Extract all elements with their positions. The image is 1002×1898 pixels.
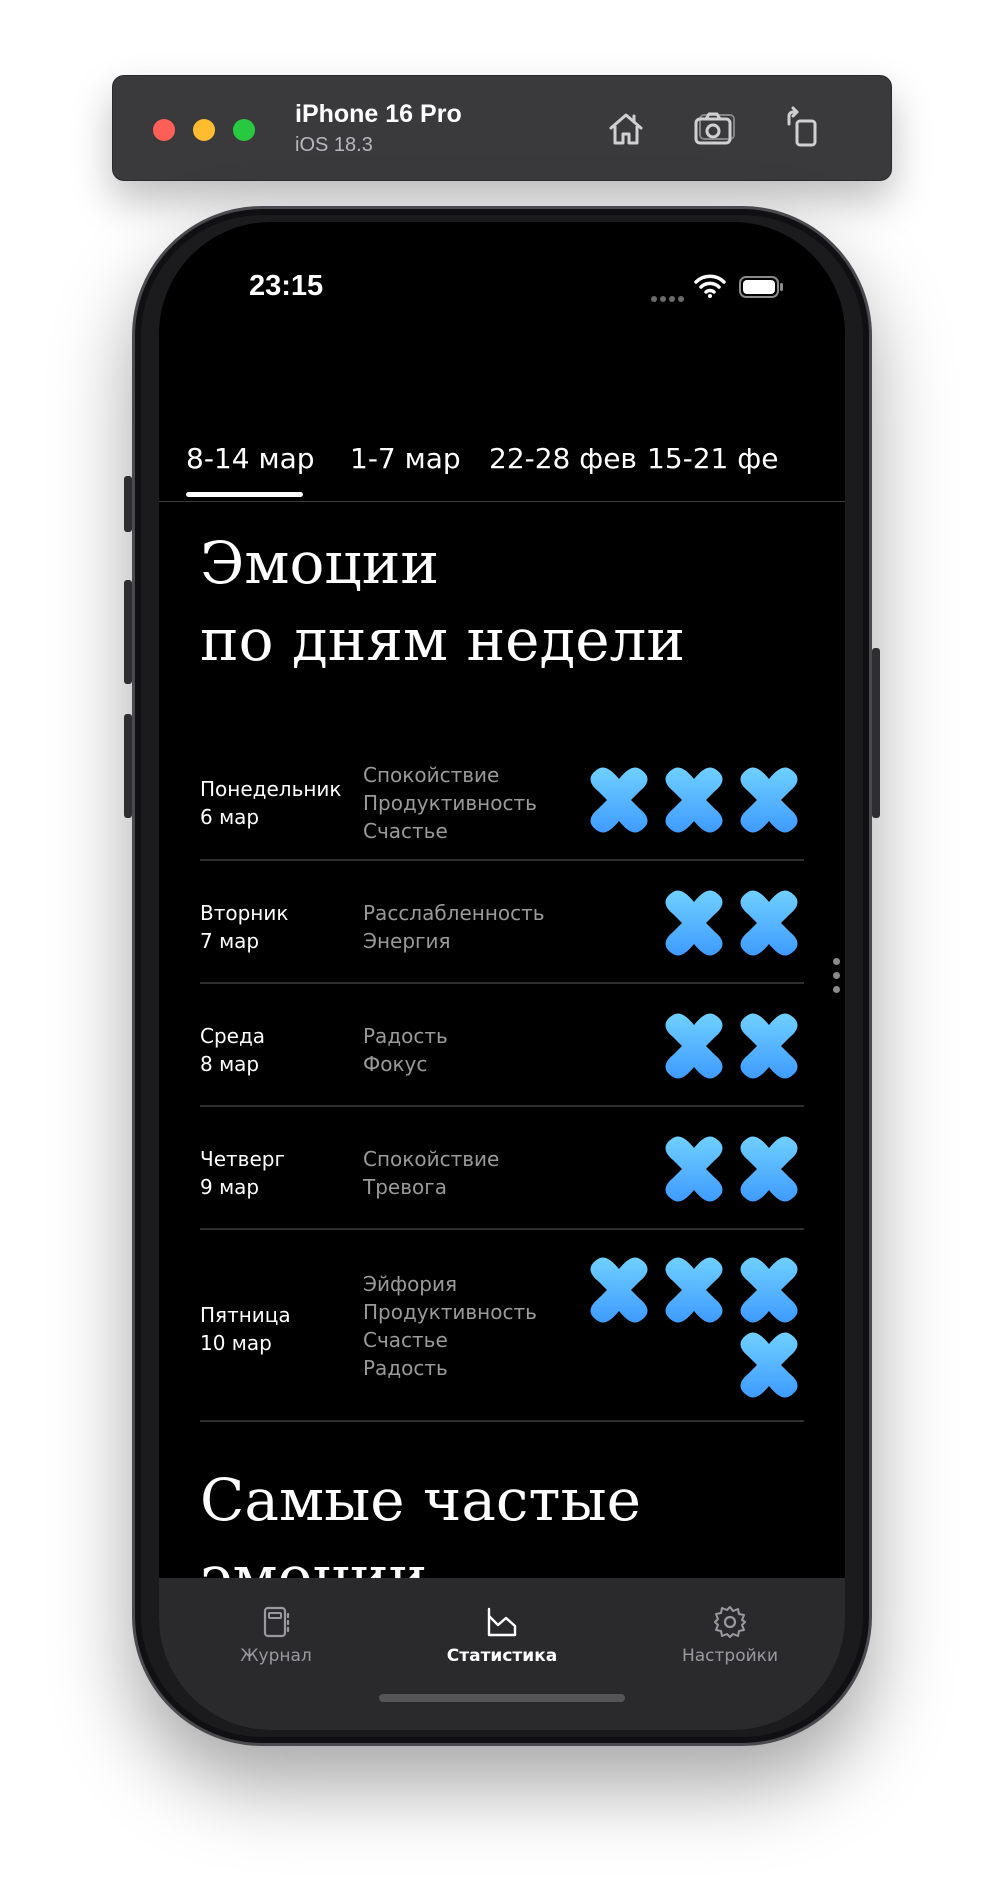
screenshot-button[interactable]	[691, 106, 737, 152]
volume-down-button	[124, 714, 132, 818]
emotion-mark-icon	[659, 888, 729, 958]
minimize-window-button[interactable]	[193, 119, 215, 141]
home-icon	[609, 113, 643, 145]
rotate-icon	[787, 106, 817, 147]
emotion-list: Эйфория Продуктивность Счастье Радость	[363, 1272, 537, 1380]
emotion-mark-icon	[584, 765, 654, 835]
nav-statistics[interactable]: Статистика	[412, 1604, 592, 1666]
simulator-toolbar: iPhone 16 Pro iOS 18.3	[112, 75, 892, 181]
tab-week-3[interactable]: 15-21 фе	[647, 442, 778, 475]
rotate-button[interactable]	[781, 106, 827, 152]
power-button	[872, 648, 880, 818]
home-indicator[interactable]	[379, 1694, 625, 1702]
chart-icon	[487, 1607, 517, 1637]
zoom-window-button[interactable]	[233, 119, 255, 141]
emotion-mark-icon	[659, 1134, 729, 1204]
device-name: iPhone 16 Pro	[295, 100, 462, 128]
emotion-list: Спокойствие Тревога	[363, 1147, 500, 1199]
emotion-mark-icon	[734, 765, 804, 835]
phone-screen: 23:15 8-14 мар 1-7 мар 22-28 фев 15-21 ф…	[159, 222, 845, 1730]
volume-up-button	[124, 580, 132, 684]
battery-icon	[739, 276, 783, 298]
cellular-dots-icon	[651, 289, 687, 307]
tab-selected-indicator	[186, 492, 303, 497]
nav-journal[interactable]: Журнал	[186, 1604, 366, 1666]
emotion-mark-icon	[734, 1134, 804, 1204]
scroll-indicator[interactable]	[833, 958, 840, 1000]
emotion-mark-icon	[734, 1011, 804, 1081]
emotion-mark-icon	[734, 888, 804, 958]
tab-week-1[interactable]: 1-7 мар	[350, 442, 461, 475]
emotion-mark-icon	[734, 1255, 804, 1325]
journal-icon	[263, 1606, 290, 1638]
section-title-by-day: Эмоции по дням недели	[200, 529, 686, 674]
emotion-mark-icon	[659, 1255, 729, 1325]
os-version: iOS 18.3	[295, 134, 373, 156]
day-row-monday[interactable]: Понедельник 6 мар Спокойствие Продуктивн…	[200, 737, 804, 861]
emotion-list: Спокойствие Продуктивность Счастье	[363, 763, 537, 843]
emotion-mark-icon	[659, 1011, 729, 1081]
screenshot-icon	[694, 112, 735, 145]
emotion-mark-icon	[734, 1330, 804, 1400]
action-button	[124, 476, 132, 532]
week-tabs: 8-14 мар 1-7 мар 22-28 фев 15-21 фе	[159, 420, 845, 502]
gear-icon	[714, 1606, 746, 1638]
home-button[interactable]	[603, 106, 649, 152]
emotion-list: Расслабленность Энергия	[363, 901, 545, 953]
emotion-list: Радость Фокус	[363, 1024, 448, 1076]
day-row-friday[interactable]: Пятница 10 мар Эйфория Продуктивность Сч…	[200, 1230, 804, 1422]
status-time: 23:15	[249, 270, 324, 302]
tab-week-0[interactable]: 8-14 мар	[186, 442, 315, 475]
wifi-icon	[694, 274, 726, 298]
emotion-mark-icon	[659, 765, 729, 835]
close-window-button[interactable]	[153, 119, 175, 141]
day-row-tuesday[interactable]: Вторник 7 мар Расслабленность Энергия	[200, 861, 804, 984]
day-row-wednesday[interactable]: Среда 8 мар Радость Фокус	[200, 984, 804, 1107]
tab-week-2[interactable]: 22-28 фев	[489, 442, 637, 475]
emotion-mark-icon	[584, 1255, 654, 1325]
nav-settings[interactable]: Настройки	[640, 1604, 820, 1666]
day-row-thursday[interactable]: Четверг 9 мар Спокойствие Тревога	[200, 1107, 804, 1230]
bottom-tab-bar: Журнал Статистика Настройки	[159, 1578, 845, 1730]
